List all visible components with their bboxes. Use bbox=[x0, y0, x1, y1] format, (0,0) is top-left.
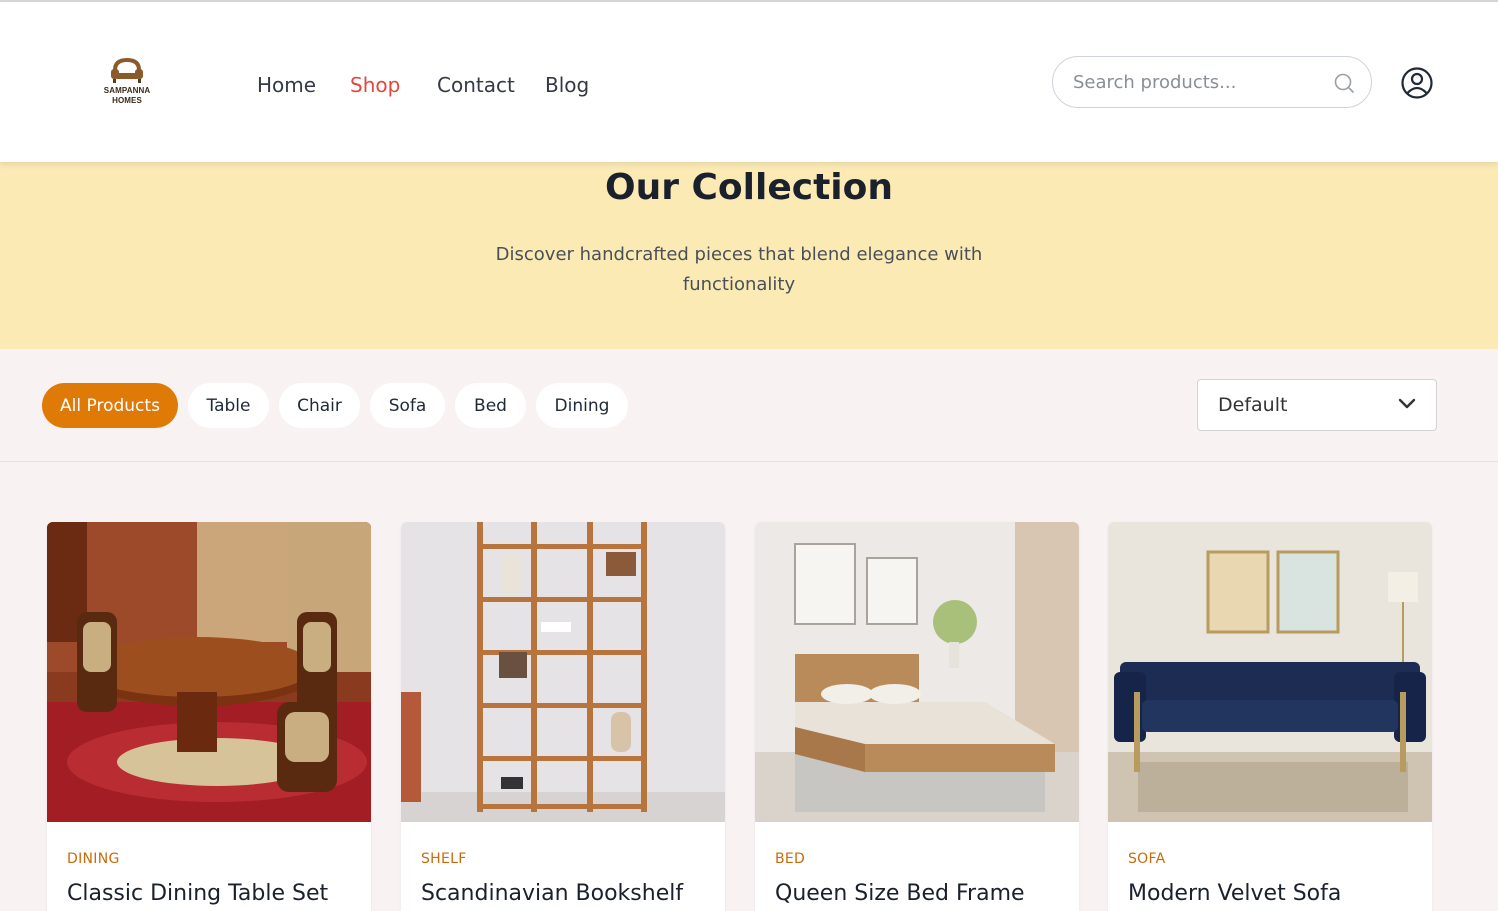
product-category: DINING bbox=[67, 851, 120, 867]
nav-shop[interactable]: Shop bbox=[350, 72, 400, 98]
product-category: BED bbox=[775, 851, 806, 867]
nav-home[interactable]: Home bbox=[257, 72, 316, 98]
search-input[interactable] bbox=[1073, 69, 1323, 95]
chevron-down-icon bbox=[1398, 398, 1416, 409]
site-header: SAMPANNA HOMES Home Shop Contact Blog bbox=[0, 2, 1498, 162]
product-name[interactable]: Classic Dining Table Set bbox=[67, 881, 328, 906]
collection-hero: Our Collection Discover handcrafted piec… bbox=[0, 162, 1498, 349]
product-image-dining-table[interactable] bbox=[47, 522, 371, 822]
filter-bar: All Products Table Chair Sofa Bed Dining… bbox=[0, 349, 1498, 462]
filter-chip-sofa[interactable]: Sofa bbox=[370, 383, 445, 428]
product-card[interactable]: SHELF Scandinavian Bookshelf bbox=[401, 522, 725, 911]
search-icon[interactable] bbox=[1333, 72, 1355, 94]
product-card[interactable]: DINING Classic Dining Table Set bbox=[47, 522, 371, 911]
sort-select-value: Default bbox=[1218, 394, 1288, 416]
product-category: SHELF bbox=[421, 851, 467, 867]
page-title: Our Collection bbox=[604, 167, 894, 208]
nav-blog[interactable]: Blog bbox=[545, 72, 589, 98]
product-name[interactable]: Modern Velvet Sofa bbox=[1128, 881, 1341, 906]
filter-chip-bed[interactable]: Bed bbox=[455, 383, 526, 428]
filter-chip-chair[interactable]: Chair bbox=[279, 383, 360, 428]
product-name[interactable]: Scandinavian Bookshelf bbox=[421, 881, 683, 906]
user-icon[interactable] bbox=[1400, 66, 1434, 100]
product-image-bookshelf[interactable] bbox=[401, 522, 725, 822]
sort-select[interactable]: Default bbox=[1197, 379, 1437, 431]
filter-chip-all-products[interactable]: All Products bbox=[42, 383, 178, 428]
product-category: SOFA bbox=[1128, 851, 1166, 867]
page-subtitle: Discover handcrafted pieces that blend e… bbox=[495, 244, 983, 295]
nav-contact[interactable]: Contact bbox=[437, 72, 515, 98]
logo[interactable]: SAMPANNA HOMES bbox=[96, 56, 158, 108]
filter-chip-dining[interactable]: Dining bbox=[536, 383, 628, 428]
product-card[interactable]: BED Queen Size Bed Frame bbox=[755, 522, 1079, 911]
product-image-bed-frame[interactable] bbox=[755, 522, 1079, 822]
filter-chip-table[interactable]: Table bbox=[188, 383, 269, 428]
logo-line-1: SAMPANNA bbox=[103, 86, 151, 95]
product-name[interactable]: Queen Size Bed Frame bbox=[775, 881, 1025, 906]
product-card[interactable]: SOFA Modern Velvet Sofa bbox=[1108, 522, 1432, 911]
logo-line-2: HOMES bbox=[112, 96, 142, 105]
search-box bbox=[1052, 56, 1372, 108]
sofa-logo-icon bbox=[111, 57, 143, 83]
product-image-velvet-sofa[interactable] bbox=[1108, 522, 1432, 822]
